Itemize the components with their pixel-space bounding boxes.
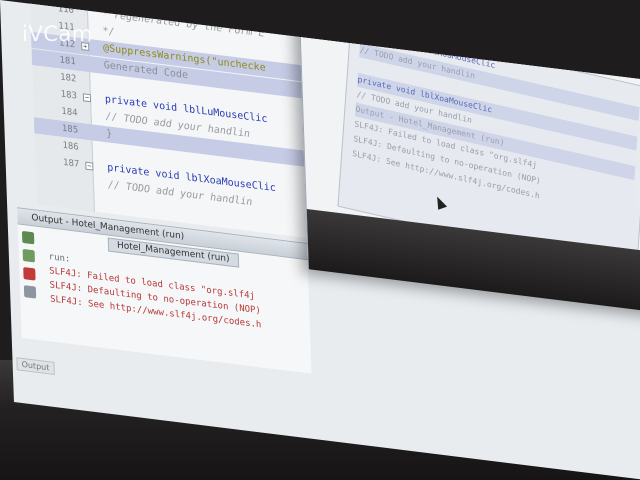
fold-toggle-icon[interactable]: −: [85, 161, 94, 171]
bottom-output-tab[interactable]: Output: [16, 357, 55, 375]
output-settings-icon[interactable]: [23, 285, 37, 299]
code-text: }: [105, 128, 113, 140]
watermark-logo: iVCam: [22, 22, 93, 46]
code-lines-container: 107 * This method is called fro * WARNIN…: [29, 0, 365, 208]
rerun-with-params-icon[interactable]: [22, 248, 35, 263]
code-text: */: [102, 25, 115, 39]
nested-lines-container: private void lblXoaMouseClic // TODO add…: [352, 20, 640, 201]
rerun-icon[interactable]: [21, 230, 35, 245]
laptop-screen: 107 * This method is called fro * WARNIN…: [0, 0, 640, 480]
code-text: * This method is called fro: [101, 0, 264, 9]
output-line: run:: [48, 252, 71, 265]
floating-window[interactable]: private void lblXoaMouseClic // TODO add…: [298, 6, 640, 314]
fold-toggle-icon[interactable]: −: [82, 93, 92, 103]
stop-icon[interactable]: [23, 267, 36, 281]
